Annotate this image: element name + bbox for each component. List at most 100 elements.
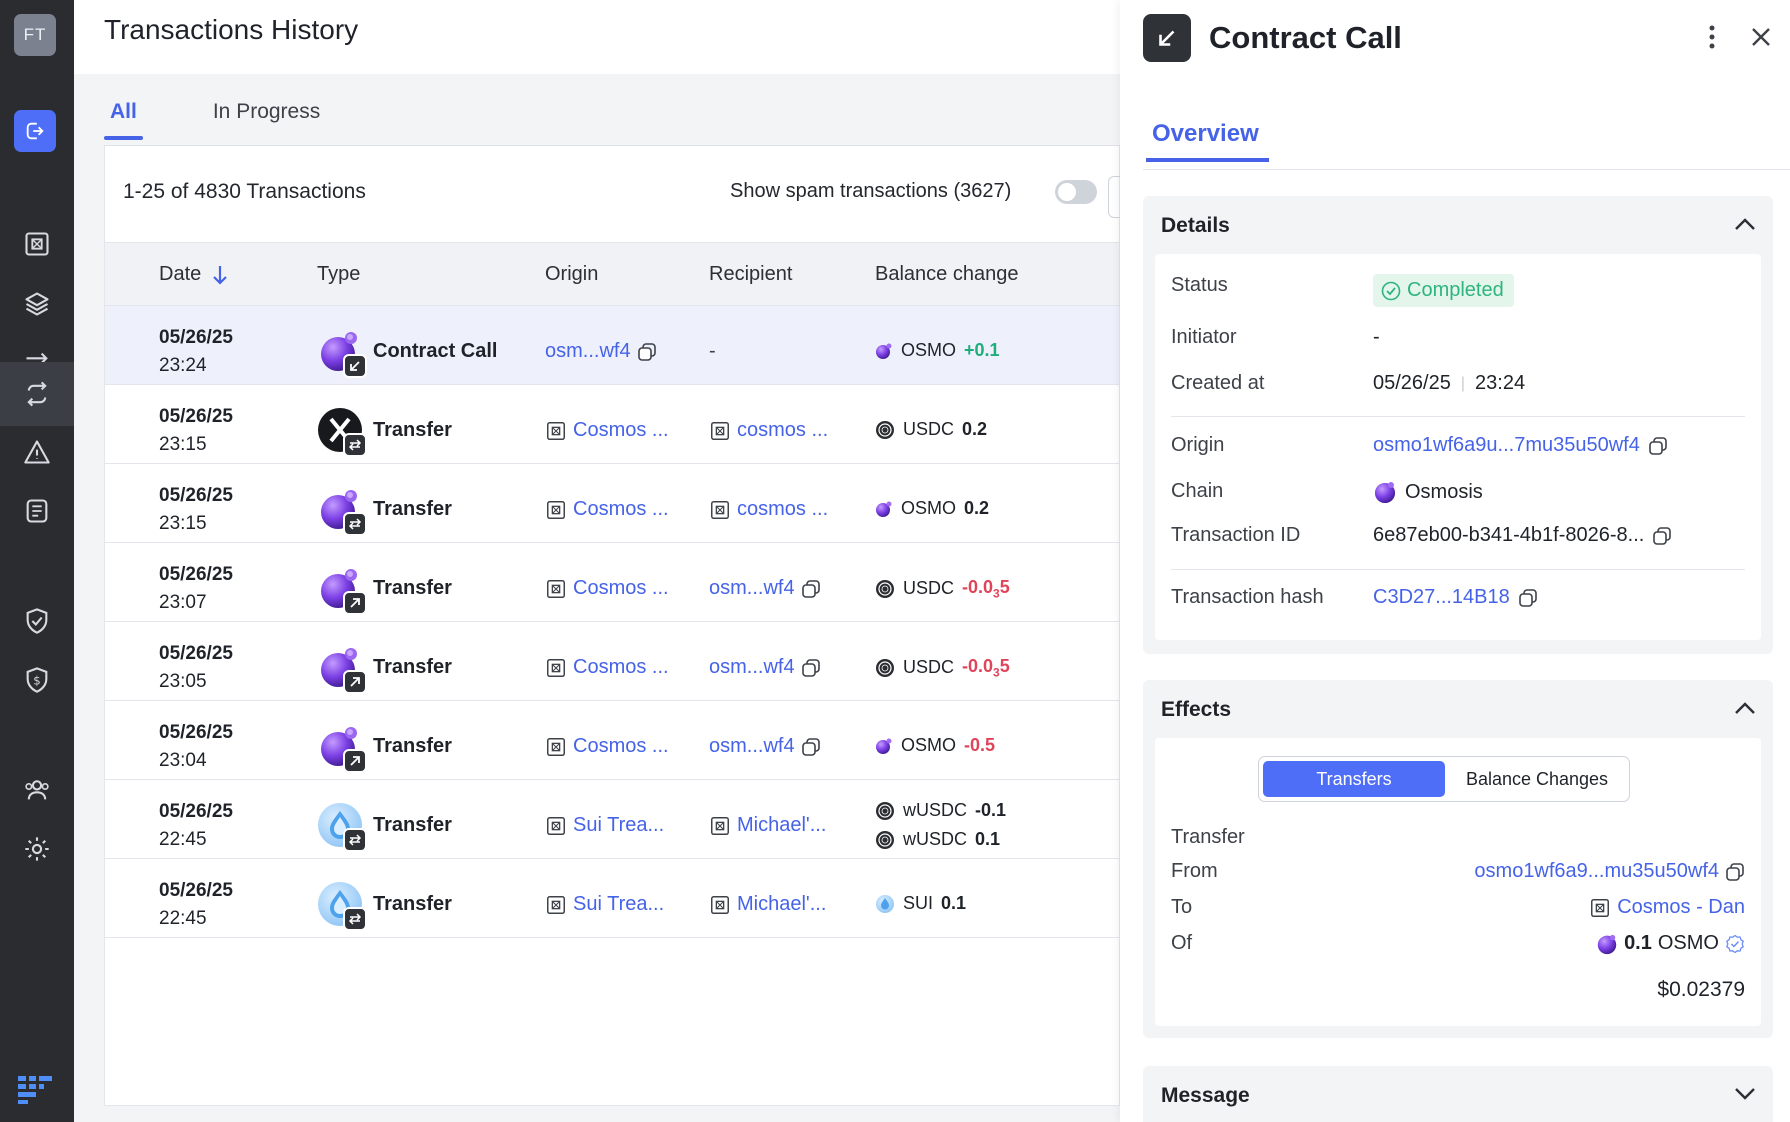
row-origin[interactable]: Cosmos ... — [545, 577, 669, 600]
tab-overview[interactable]: Overview — [1146, 120, 1269, 162]
from-value[interactable]: osmo1wf6a9...mu35u50wf4 — [1474, 860, 1745, 883]
more-options-button[interactable] — [1708, 24, 1716, 50]
row-origin[interactable]: Cosmos ... — [545, 419, 669, 442]
effects-collapse-button[interactable] — [1733, 700, 1757, 716]
details-collapse-button[interactable] — [1733, 216, 1757, 232]
table-row[interactable]: 05/26/25 22:45 Transfer Sui Trea... Michael'… — [105, 859, 1119, 938]
tab-in-progress[interactable]: In Progress — [207, 100, 326, 140]
table-row[interactable]: 05/26/25 23:07 Transfer Cosmos ... osm...wf4… — [105, 543, 1119, 622]
from-address[interactable]: osmo1wf6a9...mu35u50wf4 — [1474, 860, 1719, 883]
recipient-text[interactable]: Michael'... — [737, 814, 826, 837]
origin-text[interactable]: Cosmos ... — [573, 577, 669, 600]
row-origin[interactable]: Cosmos ... — [545, 498, 669, 521]
copy-icon — [637, 342, 656, 361]
row-type-label: Transfer — [373, 734, 452, 757]
balance-amount: -0.1 — [975, 800, 1007, 820]
chain-value: Osmosis — [1373, 480, 1483, 504]
status-label: Status — [1171, 274, 1228, 296]
rail-transactions[interactable] — [0, 362, 74, 426]
row-type-badge — [343, 749, 367, 773]
origin-text[interactable]: Cosmos ... — [573, 419, 669, 442]
balance-amount: 0.2 — [964, 498, 990, 518]
transaction-hash[interactable]: C3D27...14B18 — [1373, 586, 1510, 609]
segment-balance-changes[interactable]: Balance Changes — [1449, 761, 1625, 797]
copy-icon — [801, 579, 820, 598]
row-recipient[interactable]: cosmos ... — [709, 498, 828, 521]
initiator-value: - — [1373, 326, 1380, 348]
row-recipient[interactable]: Michael'... — [709, 814, 826, 837]
rail-users[interactable] — [0, 758, 74, 822]
avatar[interactable]: FT — [14, 14, 56, 56]
balance-token: wUSDC — [903, 800, 968, 820]
arrow-up-right-icon — [350, 756, 360, 766]
to-value[interactable]: Cosmos - Dan — [1589, 896, 1745, 919]
recipient-text[interactable]: Michael'... — [737, 893, 826, 916]
row-type-badge — [343, 907, 367, 931]
rail-reports[interactable] — [0, 479, 74, 543]
origin-text[interactable]: Cosmos ... — [573, 498, 669, 521]
row-origin[interactable]: Cosmos ... — [545, 735, 669, 758]
rail-billing[interactable]: $ — [0, 648, 74, 712]
row-date: 05/26/25 23:15 — [159, 406, 233, 455]
row-recipient[interactable]: osm...wf4 — [709, 735, 821, 758]
row-type-label: Transfer — [373, 892, 452, 915]
row-type: Transfer — [317, 802, 452, 852]
recipient-text[interactable]: osm...wf4 — [709, 577, 795, 600]
to-vault[interactable]: Cosmos - Dan — [1617, 896, 1745, 919]
table-row[interactable]: 05/26/25 23:15 Transfer Cosmos ... cosmos ..… — [105, 464, 1119, 543]
table-row[interactable]: 05/26/25 22:45 Transfer Sui Trea... Michael'… — [105, 780, 1119, 859]
usdc-icon — [876, 658, 894, 677]
origin-value[interactable]: osmo1wf6a9u...7mu35u50wf4 — [1373, 434, 1668, 457]
of-value: 0.1 OSMO — [1596, 932, 1745, 955]
origin-text[interactable]: Cosmos ... — [573, 735, 669, 758]
rail-settings[interactable] — [0, 817, 74, 881]
row-token-icon — [317, 328, 367, 378]
table-row[interactable]: 05/26/25 23:24 Contract Call osm...wf4 - OSMO… — [105, 306, 1119, 385]
rail-assets[interactable] — [0, 272, 74, 336]
origin-text[interactable]: osm...wf4 — [545, 340, 631, 363]
row-origin[interactable]: Sui Trea... — [545, 814, 664, 837]
row-origin[interactable]: Sui Trea... — [545, 893, 664, 916]
row-type: Contract Call — [317, 328, 497, 378]
spam-toggle[interactable] — [1055, 180, 1097, 204]
column-date[interactable]: Date — [159, 263, 229, 286]
row-recipient[interactable]: osm...wf4 — [709, 577, 821, 600]
message-expand-button[interactable] — [1733, 1086, 1757, 1102]
recipient-text[interactable]: cosmos ... — [737, 498, 828, 521]
row-token-icon — [317, 486, 367, 536]
exit-workspace-button[interactable] — [14, 110, 56, 152]
created-date: 05/26/25 — [1373, 372, 1451, 394]
chevron-down-icon — [1735, 1088, 1755, 1100]
balance-amount: -0.035 — [962, 577, 1010, 601]
table-row[interactable]: 05/26/25 23:05 Transfer Cosmos ... osm...wf4… — [105, 622, 1119, 701]
exit-icon — [26, 122, 44, 140]
segment-transfers[interactable]: Transfers — [1263, 761, 1445, 797]
row-type-badge — [343, 591, 367, 615]
recipient-text[interactable]: osm...wf4 — [709, 656, 795, 679]
row-recipient[interactable]: cosmos ... — [709, 419, 828, 442]
close-panel-button[interactable] — [1750, 26, 1772, 48]
row-recipient[interactable]: osm...wf4 — [709, 656, 821, 679]
row-type: Transfer — [317, 644, 452, 694]
origin-address[interactable]: osmo1wf6a9u...7mu35u50wf4 — [1373, 434, 1640, 457]
row-recipient[interactable]: Michael'... — [709, 893, 826, 916]
table-row[interactable]: 05/26/25 23:04 Transfer Cosmos ... osm...wf4… — [105, 701, 1119, 780]
rail-policies[interactable] — [0, 589, 74, 653]
table-row[interactable]: 05/26/25 23:15 Transfer Cosmos ... cosmos ..… — [105, 385, 1119, 464]
balance-amount: -0.035 — [962, 656, 1010, 680]
recipient-text[interactable]: osm...wf4 — [709, 735, 795, 758]
origin-text[interactable]: Cosmos ... — [573, 656, 669, 679]
row-balance-change: USDC 0.2 — [875, 419, 987, 440]
vault-icon — [547, 658, 565, 677]
column-recipient: Recipient — [709, 263, 793, 285]
row-type: Transfer — [317, 723, 452, 773]
rail-vaults[interactable] — [0, 212, 74, 276]
tab-all[interactable]: All — [104, 100, 143, 140]
origin-text[interactable]: Sui Trea... — [573, 893, 664, 916]
recipient-text[interactable]: cosmos ... — [737, 419, 828, 442]
rail-alerts[interactable] — [0, 420, 74, 484]
row-origin[interactable]: Cosmos ... — [545, 656, 669, 679]
origin-text[interactable]: Sui Trea... — [573, 814, 664, 837]
transaction-hash-value[interactable]: C3D27...14B18 — [1373, 586, 1538, 609]
row-origin[interactable]: osm...wf4 — [545, 340, 657, 363]
